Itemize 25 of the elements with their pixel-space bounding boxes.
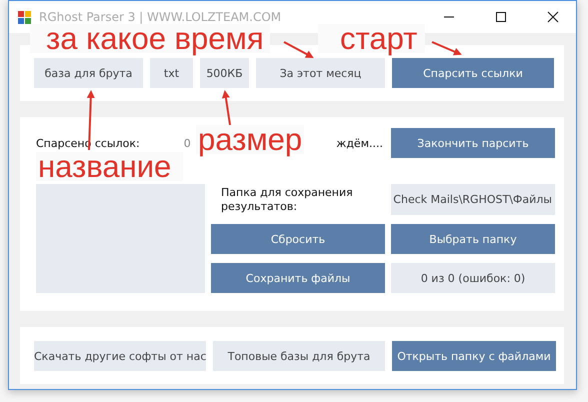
maximize-icon[interactable]	[495, 11, 507, 23]
folder-path-field[interactable]: Check Mails\RGHOST\Файлы	[391, 184, 555, 215]
annotation-text: за какое время	[30, 24, 270, 54]
link-button[interactable]: Скачать другие софты от нас	[34, 341, 206, 371]
annotation-text: размер	[196, 125, 304, 154]
input-field[interactable]: база для брута	[34, 58, 143, 88]
choose-folder-button[interactable]: Выбрать папку	[391, 224, 555, 254]
progress-text: 0 из 0 (ошибок: 0)	[391, 263, 555, 293]
app-icon	[17, 9, 33, 25]
input-field[interactable]: 500КБ	[200, 58, 249, 88]
input-field[interactable]: За этот месяц	[256, 58, 385, 88]
start-button[interactable]: Спарсить ссылки	[392, 58, 554, 88]
parsed-count: 0	[184, 136, 191, 150]
link-button[interactable]: Топовые базы для брута	[213, 341, 385, 371]
close-icon[interactable]	[547, 11, 559, 23]
folder-label: Папка для сохранения результатов:	[220, 186, 354, 213]
stop-button[interactable]: Закончить парсить	[391, 128, 555, 158]
link-button[interactable]: Открыть папку с файлами	[392, 341, 556, 371]
status-text: ждём....	[336, 136, 383, 150]
annotation-text: название	[36, 152, 184, 182]
input-field[interactable]: txt	[150, 58, 193, 88]
reset-button[interactable]: Сбросить	[211, 224, 385, 254]
annotation-text: старт	[318, 24, 426, 54]
save-button[interactable]: Сохранить файлы	[211, 263, 385, 293]
window-title: RGhost Parser 3 | WWW.LOLZTEAM.COM	[39, 10, 282, 24]
